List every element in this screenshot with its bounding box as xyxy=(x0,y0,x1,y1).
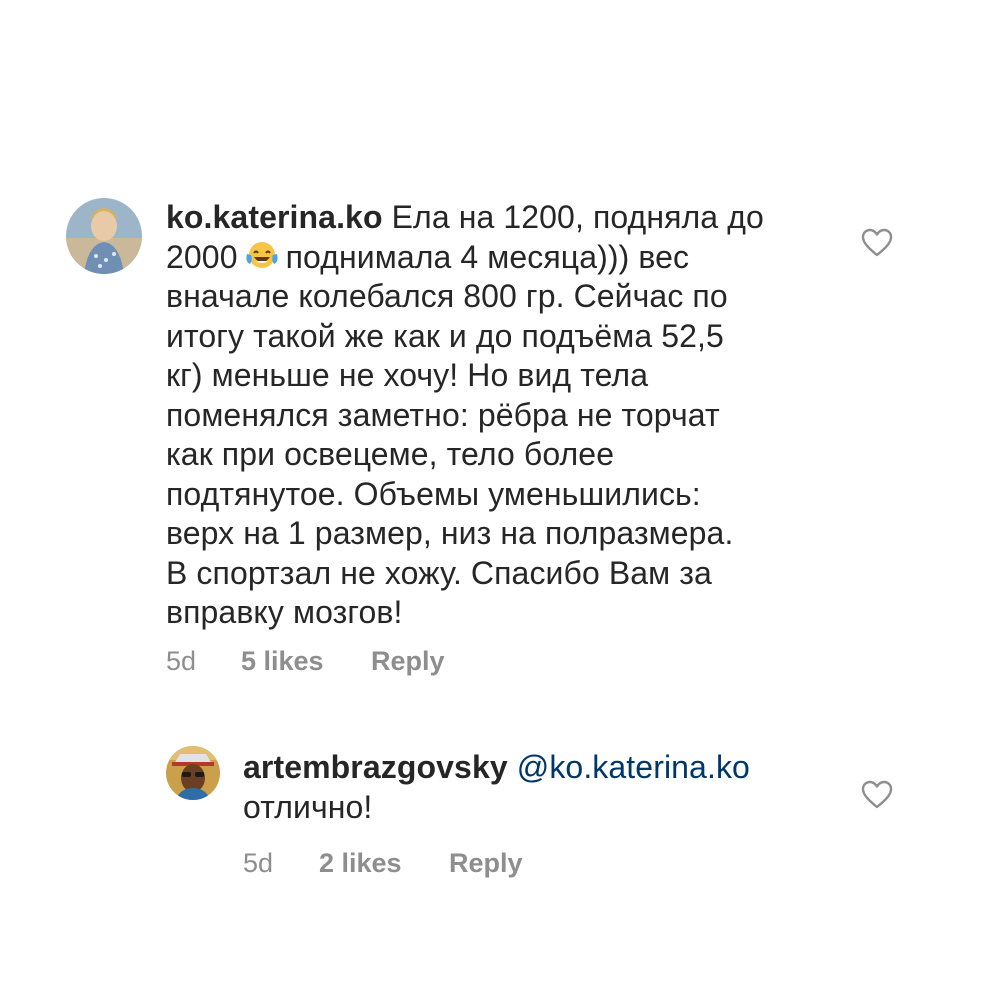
comment-line: В спортзал не хожу. Спасибо Вам за xyxy=(166,554,712,591)
heart-outline-icon[interactable] xyxy=(861,780,893,810)
avatar[interactable] xyxy=(166,746,220,800)
comment-line: кг) меньше не хочу! Но вид тела xyxy=(166,357,649,393)
comment-line: верх на 1 размер, низ на полразмера. xyxy=(166,515,734,551)
mention-link[interactable]: @ko.katerina.ko xyxy=(517,749,750,785)
comment-line: итогу такой же как и до подъёма 52,5 xyxy=(166,317,724,354)
comment-line: как при освецеме, тело более xyxy=(166,436,615,472)
timestamp: 5d xyxy=(166,646,197,676)
heart-outline-icon[interactable] xyxy=(861,228,893,258)
comment-text: ko.katerina.ko Ела на 1200, подняла до 2… xyxy=(166,198,866,633)
likes-count[interactable]: 2 likes xyxy=(319,848,402,879)
username[interactable]: ko.katerina.ko xyxy=(166,199,383,235)
comment-line: подтянутое. Объемы уменьшились: xyxy=(166,475,701,512)
likes-count[interactable]: 5 likes xyxy=(241,646,324,677)
reply-button[interactable]: Reply xyxy=(449,848,523,879)
avatar-photo-icon xyxy=(166,746,220,800)
reply-button[interactable]: Reply xyxy=(371,646,445,677)
comment-line-1: ko.katerina.ko Ела на 1200, подняла до xyxy=(166,198,866,238)
comment-artembrazgovsky: artembrazgovsky @ko.katerina.ko отлично!… xyxy=(0,700,1000,920)
comment-meta: 5d 5 likes Reply xyxy=(166,646,566,680)
comment-line: отлично! xyxy=(243,788,373,825)
timestamp: 5d xyxy=(243,848,274,878)
comment-line: вначале колебался 800 гр. Сейчас по xyxy=(166,278,728,314)
username[interactable]: artembrazgovsky xyxy=(243,749,508,785)
comment-meta: 5d 2 likes Reply xyxy=(243,848,643,882)
avatar-photo-icon xyxy=(66,198,142,274)
face-with-tears-of-joy-icon xyxy=(246,241,278,268)
avatar[interactable] xyxy=(66,198,142,274)
comment-line: вправку мозгов! xyxy=(166,594,403,630)
comment-line-1: artembrazgovsky @ko.katerina.ko xyxy=(243,748,863,788)
comment-text-fragment: поднимала 4 месяца))) вес xyxy=(285,238,690,275)
comment-text-fragment: 2000 xyxy=(166,238,238,275)
comment-line-2: 2000 поднимала 4 месяца))) вес xyxy=(166,238,866,278)
comment-katerina: ko.katerina.ko Ела на 1200, подняла до 2… xyxy=(0,0,1000,700)
comment-line: поменялся заметно: рёбра не торчат xyxy=(166,396,720,433)
comment-text: artembrazgovsky @ko.katerina.ko отлично! xyxy=(243,748,863,827)
comment-text-fragment: Ела на 1200, подняла до xyxy=(391,199,764,235)
